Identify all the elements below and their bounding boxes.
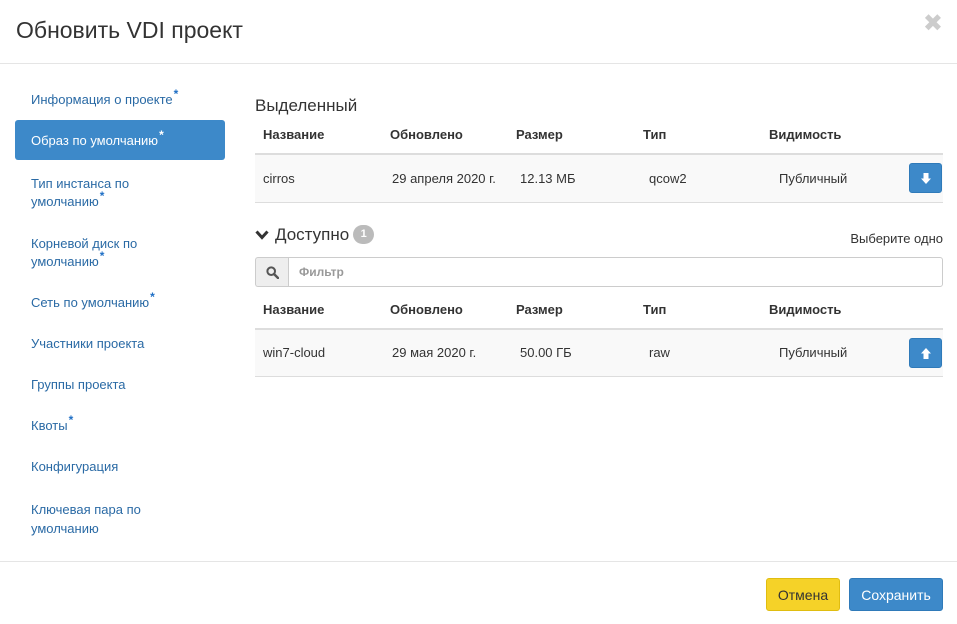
column-header-action <box>895 290 943 330</box>
sidebar-item-label: Корневой диск по умолчанию <box>31 236 138 269</box>
sidebar-item-label: Ключевая пара по умолчанию <box>31 502 141 536</box>
available-title: Доступно <box>275 224 350 244</box>
modal-title: Обновить VDI проект <box>16 17 243 43</box>
cell-action <box>895 154 943 203</box>
sidebar-item-project-members[interactable]: Участники проекта <box>15 321 225 362</box>
column-header-size[interactable]: Размер <box>508 290 635 330</box>
cell-size: 50.00 ГБ <box>508 328 635 377</box>
save-button[interactable]: Сохранить <box>849 578 943 611</box>
cell-type: raw <box>635 328 761 377</box>
chevron-down-icon <box>255 229 269 240</box>
arrow-down-icon <box>921 173 931 185</box>
cell-action <box>895 328 943 377</box>
required-marker: * <box>99 249 105 263</box>
required-marker: * <box>99 189 105 203</box>
column-header-action <box>895 116 943 155</box>
column-header-visibility[interactable]: Видимость <box>761 116 895 155</box>
sidebar-item-label: Участники проекта <box>31 336 145 351</box>
column-header-updated[interactable]: Обновлено <box>382 116 508 155</box>
sidebar-item-default-keypair[interactable]: Ключевая пара по умолчанию <box>15 485 165 545</box>
table-header-row: Название Обновлено Размер Тип Видимость <box>255 116 943 155</box>
sidebar-item-project-info[interactable]: Информация о проекте* <box>15 79 225 118</box>
column-header-updated[interactable]: Обновлено <box>382 290 508 330</box>
table-row: win7-cloud 29 мая 2020 г. 50.00 ГБ raw П… <box>255 328 943 377</box>
sidebar-item-default-root-disk[interactable]: Корневой диск по умолчанию* <box>15 220 165 280</box>
arrow-up-icon <box>921 347 931 359</box>
column-header-type[interactable]: Тип <box>635 116 761 155</box>
select-one-hint: Выберите одно <box>850 230 943 246</box>
allocate-button[interactable] <box>909 337 942 368</box>
sidebar-item-label: Информация о проекте <box>31 92 173 107</box>
modal-footer: Отмена Сохранить <box>0 561 957 624</box>
workflow-sidebar: Информация о проекте* Образ по умолчанию… <box>15 79 225 545</box>
allocated-title: Выделенный <box>255 96 358 115</box>
allocated-table: Название Обновлено Размер Тип Видимость … <box>255 116 943 203</box>
column-header-name[interactable]: Название <box>255 290 382 330</box>
sidebar-item-default-flavor[interactable]: Тип инстанса по умолчанию* <box>15 160 155 220</box>
filter-group <box>255 256 943 287</box>
table-header-row: Название Обновлено Размер Тип Видимость <box>255 290 943 330</box>
cell-updated: 29 апреля 2020 г. <box>382 154 508 203</box>
sidebar-item-project-groups[interactable]: Группы проекта <box>15 362 225 403</box>
sidebar-item-default-image[interactable]: Образ по умолчанию* <box>15 120 225 160</box>
available-toggle[interactable]: Доступно 1 <box>255 224 375 245</box>
column-header-visibility[interactable]: Видимость <box>761 290 895 330</box>
required-marker: * <box>68 413 74 427</box>
cell-name: win7-cloud <box>255 328 382 377</box>
cell-updated: 29 мая 2020 г. <box>382 328 508 377</box>
required-marker: * <box>173 87 179 101</box>
available-header: Доступно 1 Выберите одно <box>255 221 943 251</box>
column-header-type[interactable]: Тип <box>635 290 761 330</box>
available-count-badge: 1 <box>353 225 375 244</box>
cell-visibility: Публичный <box>761 154 895 203</box>
sidebar-item-default-network[interactable]: Сеть по умолчанию* <box>15 280 225 321</box>
cell-visibility: Публичный <box>761 328 895 377</box>
cell-type: qcow2 <box>635 154 761 203</box>
modal-header: Обновить VDI проект ✖ <box>0 0 957 64</box>
sidebar-item-label: Конфигурация <box>31 459 119 474</box>
sidebar-item-label: Образ по умолчанию <box>31 133 159 148</box>
deallocate-button[interactable] <box>909 163 942 194</box>
sidebar-item-label: Тип инстанса по умолчанию <box>31 176 130 209</box>
close-icon[interactable]: ✖ <box>923 12 943 36</box>
table-row: cirros 29 апреля 2020 г. 12.13 МБ qcow2 … <box>255 154 943 203</box>
image-selector: Выделенный Название Обновлено Размер Тип… <box>255 96 943 377</box>
sidebar-item-configuration[interactable]: Конфигурация <box>15 444 225 485</box>
cancel-button[interactable]: Отмена <box>766 578 840 611</box>
required-marker: * <box>150 290 155 304</box>
sidebar-item-label: Квоты <box>31 418 68 433</box>
available-table: Название Обновлено Размер Тип Видимость … <box>255 290 943 377</box>
filter-input[interactable] <box>288 256 943 287</box>
sidebar-item-quotas[interactable]: Квоты* <box>15 403 225 444</box>
cell-size: 12.13 МБ <box>508 154 635 203</box>
sidebar-item-label: Группы проекта <box>31 377 126 392</box>
search-icon <box>255 256 288 287</box>
cell-name: cirros <box>255 154 382 203</box>
column-header-name[interactable]: Название <box>255 116 382 155</box>
sidebar-item-label: Сеть по умолчанию <box>31 295 150 310</box>
column-header-size[interactable]: Размер <box>508 116 635 155</box>
required-marker: * <box>159 128 164 142</box>
